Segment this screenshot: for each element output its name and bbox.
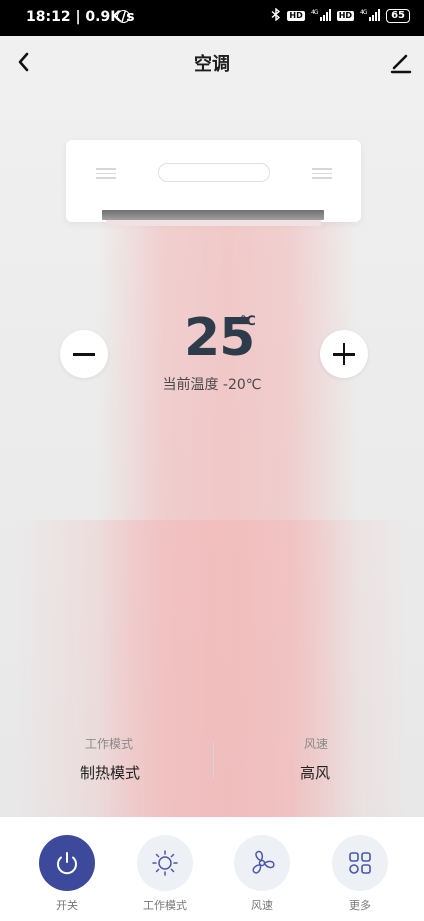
bottom-control-bar: 开关 工作模式 风速 更多 [0,817,424,921]
status-icons: HD 4G HD 4G 65 [271,7,410,24]
fan-icon [252,850,275,874]
power-icon [57,852,77,875]
ac-louver-edge [106,220,321,226]
info-divider [213,742,214,778]
mode-value: 制热模式 [80,764,141,782]
work-mode-button[interactable] [137,835,193,891]
decrease-temperature-button[interactable] [60,330,108,378]
ac-control-screen: 18:12 | 0.9K/s HD 4G HD 4G 65 空调 25 ℃ 当前… [0,0,424,921]
work-mode-label: 工作模式 [143,899,187,912]
fan-speed-nav-label: 风速 [251,899,273,912]
header: 空调 [0,36,424,88]
increase-temperature-button[interactable] [320,330,368,378]
grid-icon [349,852,371,874]
svg-text:4G: 4G [311,9,319,16]
edit-button[interactable] [384,46,416,78]
fan-speed-value: 高风 [300,764,331,782]
more-label: 更多 [349,899,371,912]
signal-icon-2: 4G [360,8,381,24]
ac-louver [102,210,324,220]
current-temperature: 当前温度 -20℃ [162,377,262,393]
sun-icon [152,850,178,876]
mode-label: 工作模式 [85,737,134,751]
status-bar: 18:12 | 0.9K/s HD 4G HD 4G 65 [0,0,424,36]
hd-badge: HD [287,11,305,21]
fan-speed-button[interactable] [234,835,290,891]
svg-text:4G: 4G [360,9,368,16]
fan-speed-label: 风速 [304,737,329,751]
page-title: 空调 [194,54,230,75]
ac-vent-left [96,168,116,179]
edit-pencil-icon [390,54,412,74]
more-button[interactable] [332,835,388,891]
signal-icon: 4G [311,8,331,24]
alarm-icon [117,10,130,23]
temperature-unit: ℃ [240,314,256,329]
hd-badge-2: HD [336,11,355,21]
target-temperature: 25 ℃ [160,308,270,370]
battery-icon: 65 [386,9,410,23]
ac-display-panel [158,163,270,182]
ac-vent-right [312,168,332,179]
bluetooth-icon [271,7,281,24]
heat-airflow-glow-wide [18,520,406,820]
minus-icon [73,353,95,356]
power-label: 开关 [56,899,78,912]
power-button[interactable] [39,835,95,891]
